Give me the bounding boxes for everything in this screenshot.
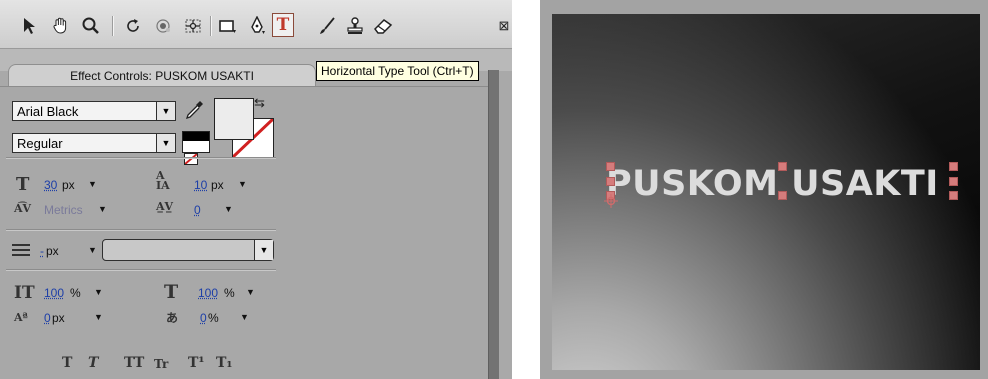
chevron-down-icon[interactable]: ▼: [94, 312, 103, 322]
character-panel: Arial Black ▼ Regular ▼ ⇆ T 30 px ▼ AIA: [0, 86, 488, 379]
baseline-shift-unit: px: [52, 311, 65, 325]
tab-effect-controls[interactable]: Effect Controls: PUSKOM USAKTI: [8, 64, 316, 87]
text-handle[interactable]: [778, 162, 787, 171]
section-divider: [6, 229, 276, 231]
tsume-unit: %: [208, 311, 219, 325]
subscript-button[interactable]: T₁: [216, 355, 233, 371]
kerning-icon: A͡V: [14, 202, 32, 215]
superscript-button[interactable]: T¹: [188, 355, 205, 371]
leading-value[interactable]: 10: [194, 178, 207, 192]
selection-tool-icon[interactable]: [18, 14, 40, 38]
chevron-down-icon[interactable]: ▼: [238, 179, 247, 189]
tooltip: Horizontal Type Tool (Ctrl+T): [316, 61, 479, 81]
chevron-down-icon[interactable]: ▼: [156, 134, 175, 152]
chevron-down-icon[interactable]: ▼: [254, 240, 273, 260]
horizontal-scale-icon: T: [164, 281, 179, 303]
font-style-value: Regular: [17, 136, 63, 151]
vertical-scale-icon: IT: [14, 283, 35, 303]
text-handle[interactable]: [778, 191, 787, 200]
chevron-down-icon[interactable]: ▼: [240, 312, 249, 322]
no-fill-swatch[interactable]: [184, 153, 198, 165]
stroke-width-icon: [12, 243, 30, 257]
leading-unit: px: [211, 178, 224, 192]
section-divider: [6, 269, 276, 271]
text-handle[interactable]: [949, 177, 958, 186]
horizontal-type-tool-icon[interactable]: T: [272, 13, 294, 37]
faux-bold-button[interactable]: T: [62, 355, 72, 371]
small-caps-button[interactable]: Tr: [154, 357, 168, 371]
font-family-value: Arial Black: [17, 104, 79, 119]
orbit-camera-tool-icon[interactable]: [152, 14, 174, 38]
faux-italic-button[interactable]: T: [88, 355, 98, 371]
default-colors-swatch[interactable]: [182, 131, 210, 153]
chevron-down-icon[interactable]: ▼: [246, 287, 255, 297]
pan-behind-tool-icon[interactable]: [182, 14, 204, 38]
rectangle-tool-icon[interactable]: [216, 14, 238, 38]
tracking-value[interactable]: 0: [194, 203, 201, 217]
text-handle[interactable]: [606, 177, 615, 186]
chevron-down-icon[interactable]: ▼: [88, 245, 97, 255]
composition-viewer: PUSKOM USAKTI: [540, 0, 988, 379]
font-size-value[interactable]: 30: [44, 178, 57, 192]
rotation-tool-icon[interactable]: [122, 14, 144, 38]
horizontal-scale-value[interactable]: 100: [198, 286, 218, 300]
font-size-unit: px: [62, 178, 75, 192]
chevron-down-icon[interactable]: ▼: [94, 287, 103, 297]
type-tool-glyph: T: [276, 15, 290, 35]
section-divider: [6, 157, 276, 159]
anchor-point-icon[interactable]: [604, 194, 618, 208]
hand-tool-icon[interactable]: [50, 14, 72, 38]
kerning-value[interactable]: Metrics: [44, 203, 83, 217]
chevron-down-icon[interactable]: ▼: [156, 102, 175, 120]
text-handle[interactable]: [949, 191, 958, 200]
vertical-scale-value[interactable]: 100: [44, 286, 64, 300]
stroke-width-unit: px: [46, 244, 59, 258]
chevron-down-icon[interactable]: ▼: [88, 179, 97, 189]
composition-canvas[interactable]: PUSKOM USAKTI: [552, 14, 980, 370]
font-family-dropdown[interactable]: Arial Black ▼: [12, 101, 176, 121]
all-caps-button[interactable]: TT: [124, 355, 144, 371]
text-handle[interactable]: [606, 162, 615, 171]
tools-toolbar: T ⊠: [0, 0, 512, 49]
stroke-option-dropdown[interactable]: ▼: [102, 239, 274, 261]
fill-color-swatch-front[interactable]: [214, 98, 254, 140]
tracking-icon: A̲V̲: [156, 200, 174, 213]
clone-stamp-tool-icon[interactable]: [344, 14, 366, 38]
font-size-icon: T: [16, 174, 30, 195]
leading-icon: A IA: [156, 169, 170, 192]
tsume-value[interactable]: 0: [200, 311, 207, 325]
chevron-down-icon[interactable]: ▼: [224, 204, 233, 214]
pen-tool-icon[interactable]: [246, 14, 268, 38]
toolbar-divider: [210, 16, 212, 36]
tsume-icon: あ: [166, 311, 179, 325]
zoom-tool-icon[interactable]: [80, 14, 102, 38]
character-panel-area: T ⊠ Effect Controls: PUSKOM USAKTI Horiz…: [0, 0, 512, 379]
horizontal-scale-unit: %: [224, 286, 235, 300]
chevron-down-icon[interactable]: ▼: [98, 204, 107, 214]
eyedropper-icon[interactable]: [184, 99, 204, 121]
panel-options-icon[interactable]: ⊠: [496, 14, 512, 38]
eraser-tool-icon[interactable]: [372, 14, 394, 38]
brush-tool-icon[interactable]: [316, 14, 338, 38]
text-handle[interactable]: [949, 162, 958, 171]
swap-colors-icon[interactable]: ⇆: [254, 95, 265, 111]
baseline-shift-icon: Aª: [14, 311, 28, 324]
vertical-scale-unit: %: [70, 286, 81, 300]
panel-divider: [488, 70, 499, 379]
font-style-dropdown[interactable]: Regular ▼: [12, 133, 176, 153]
stroke-width-value[interactable]: -: [40, 244, 44, 258]
toolbar-divider: [112, 16, 114, 36]
baseline-shift-value[interactable]: 0: [44, 311, 51, 325]
text-layer[interactable]: PUSKOM USAKTI: [606, 164, 939, 204]
